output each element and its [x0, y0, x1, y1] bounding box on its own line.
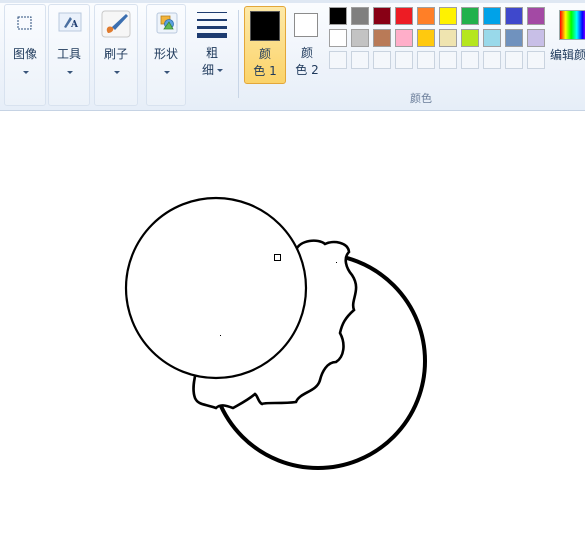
palette-empty-swatch[interactable]	[461, 51, 479, 69]
size-dropdown-arrow	[217, 69, 223, 72]
ribbon-top-border	[0, 0, 585, 3]
color1-label-line1: 颜	[258, 47, 271, 61]
image-dropdown-arrow	[23, 71, 29, 74]
color1-swatch	[250, 11, 280, 41]
palette-empty-swatch[interactable]	[373, 51, 391, 69]
color2-swatch	[294, 13, 318, 37]
rainbow-icon	[559, 10, 585, 40]
edit-colors-button[interactable]: 编辑颜	[550, 6, 585, 84]
brush-dropdown-arrow	[114, 71, 120, 74]
palette-swatch[interactable]	[395, 7, 413, 25]
palette-swatch[interactable]	[373, 7, 391, 25]
palette-swatch[interactable]	[439, 29, 457, 47]
ribbon-toolbar: 图像 A 工具 刷子 形状 粗 细 颜 色 1 颜 色 2 编辑颜 颜色	[0, 0, 585, 111]
palette-empty-swatch[interactable]	[417, 51, 435, 69]
palette-swatch[interactable]	[373, 29, 391, 47]
palette-swatch[interactable]	[395, 29, 413, 47]
tools-button-label: 工具	[56, 47, 81, 61]
palette-empty-swatch[interactable]	[483, 51, 501, 69]
palette-empty-swatch[interactable]	[395, 51, 413, 69]
tools-group[interactable]: A 工具	[48, 4, 90, 106]
palette-swatch[interactable]	[483, 7, 501, 25]
color2-label-line2: 色 2	[295, 63, 319, 77]
palette-empty-swatch[interactable]	[527, 51, 545, 69]
brushes-group[interactable]: 刷子	[94, 4, 138, 106]
palette-empty-swatch[interactable]	[351, 51, 369, 69]
palette-swatch[interactable]	[483, 29, 501, 47]
palette-swatch[interactable]	[329, 7, 347, 25]
line-width-icon	[197, 12, 227, 38]
select-icon	[17, 16, 32, 30]
palette-swatch[interactable]	[527, 7, 545, 25]
colors-group-label: 颜色	[410, 92, 432, 105]
tools-dropdown-arrow	[67, 71, 73, 74]
palette-swatch[interactable]	[505, 7, 523, 25]
size-button[interactable]: 粗 细	[192, 6, 232, 84]
palette-empty-swatch[interactable]	[439, 51, 457, 69]
tools-icon: A	[58, 12, 82, 32]
palette-swatch[interactable]	[351, 7, 369, 25]
shapes-group[interactable]: 形状	[146, 4, 186, 106]
palette-empty-swatch[interactable]	[329, 51, 347, 69]
color1-button[interactable]: 颜 色 1	[244, 6, 286, 84]
palette-swatch[interactable]	[439, 7, 457, 25]
brush-button-label: 刷子	[103, 47, 128, 61]
color2-button[interactable]: 颜 色 2	[286, 6, 328, 84]
edit-colors-label: 编辑颜	[550, 48, 585, 62]
palette-empty-swatch[interactable]	[505, 51, 523, 69]
drawing-surface	[124, 196, 427, 470]
drawing-canvas[interactable]	[0, 111, 585, 550]
small-circle-shape	[124, 196, 308, 380]
pixel-speck	[336, 262, 337, 263]
image-group[interactable]: 图像	[4, 4, 46, 106]
shapes-button-label: 形状	[153, 47, 178, 61]
svg-text:A: A	[70, 20, 79, 30]
size-label-line1: 粗	[205, 46, 218, 60]
pixel-speck	[220, 335, 221, 336]
selection-handle	[274, 254, 281, 261]
palette-swatch[interactable]	[461, 29, 479, 47]
image-button-label: 图像	[12, 47, 37, 61]
ribbon-separator	[238, 10, 239, 98]
palette-swatch[interactable]	[417, 7, 435, 25]
palette-swatch[interactable]	[527, 29, 545, 47]
brush-icon	[101, 10, 131, 38]
shapes-dropdown-arrow	[164, 71, 170, 74]
palette-swatch[interactable]	[417, 29, 435, 47]
palette-swatch[interactable]	[329, 29, 347, 47]
palette-swatch[interactable]	[351, 29, 369, 47]
shapes-icon	[156, 12, 178, 34]
color1-label-line2: 色 1	[253, 64, 277, 78]
palette-swatch[interactable]	[461, 7, 479, 25]
color-palette	[329, 7, 549, 73]
palette-swatch[interactable]	[505, 29, 523, 47]
color2-label-line1: 颜	[300, 46, 313, 60]
